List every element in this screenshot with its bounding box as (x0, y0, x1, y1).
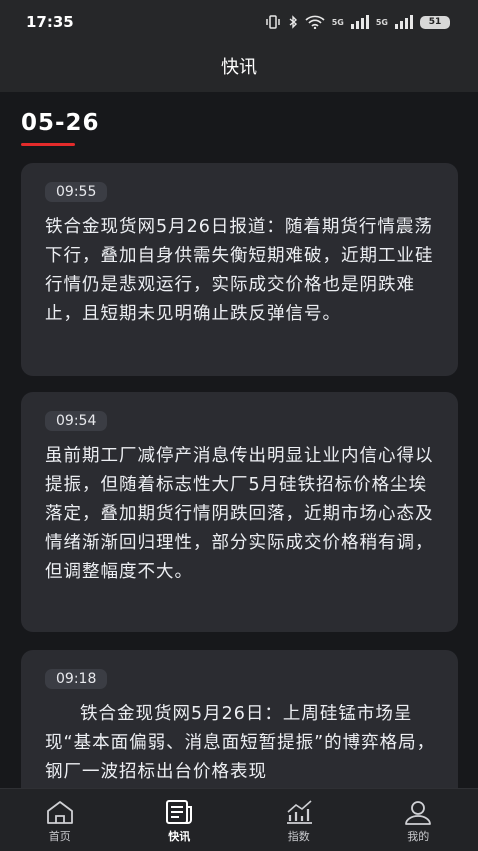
news-text: 铁合金现货网5月26日报道：随着期货行情震荡下行，叠加自身供需失衡短期难破，近期… (45, 213, 436, 329)
news-feed[interactable]: 05-26 09:55 铁合金现货网5月26日报道：随着期货行情震荡下行，叠加自… (0, 92, 478, 788)
vibrate-icon (265, 15, 281, 29)
home-icon (45, 799, 75, 825)
chart-icon (284, 799, 314, 825)
news-card[interactable]: 09:54 虽前期工厂减停产消息传出明显让业内信心得以提振，但随着标志性大厂5月… (21, 392, 458, 632)
tab-label: 指数 (288, 828, 310, 844)
signal-icon-a (351, 15, 369, 29)
news-time-badge: 09:54 (45, 411, 107, 431)
tab-label: 首页 (49, 828, 71, 844)
news-time-badge: 09:55 (45, 182, 107, 202)
tab-mine[interactable]: 我的 (359, 789, 478, 851)
bottom-tab-bar: 首页 快讯 指数 我的 (0, 788, 478, 851)
news-card[interactable]: 09:55 铁合金现货网5月26日报道：随着期货行情震荡下行，叠加自身供需失衡短… (21, 163, 458, 376)
network-label-a: 5G (332, 18, 344, 27)
news-time-badge: 09:18 (45, 669, 107, 689)
tab-label: 快讯 (168, 828, 190, 844)
tab-index[interactable]: 指数 (239, 789, 359, 851)
tab-news[interactable]: 快讯 (120, 789, 240, 851)
page-title: 快讯 (0, 44, 478, 92)
news-text: 虽前期工厂减停产消息传出明显让业内信心得以提振，但随着标志性大厂5月硅铁招标价格… (45, 442, 436, 587)
date-underline (21, 143, 75, 146)
battery-icon: 51 (420, 16, 450, 29)
status-time: 17:35 (26, 13, 74, 31)
news-text: 铁合金现货网5月26日：上周硅锰市场呈现“基本面偏弱、消息面短暂提振”的博弈格局… (45, 700, 436, 787)
bluetooth-icon (288, 15, 298, 29)
news-card[interactable]: 09:18 铁合金现货网5月26日：上周硅锰市场呈现“基本面偏弱、消息面短暂提振… (21, 650, 458, 788)
tab-label: 我的 (407, 828, 429, 844)
signal-icon-b (395, 15, 413, 29)
wifi-icon (305, 15, 325, 29)
date-heading: 05-26 (21, 110, 100, 136)
network-label-b: 5G (376, 18, 388, 27)
user-icon (403, 799, 433, 825)
status-bar: 17:35 5G 5G 51 (0, 0, 478, 44)
news-icon (164, 799, 194, 825)
tab-home[interactable]: 首页 (0, 789, 120, 851)
system-icons: 5G 5G 51 (265, 15, 450, 29)
